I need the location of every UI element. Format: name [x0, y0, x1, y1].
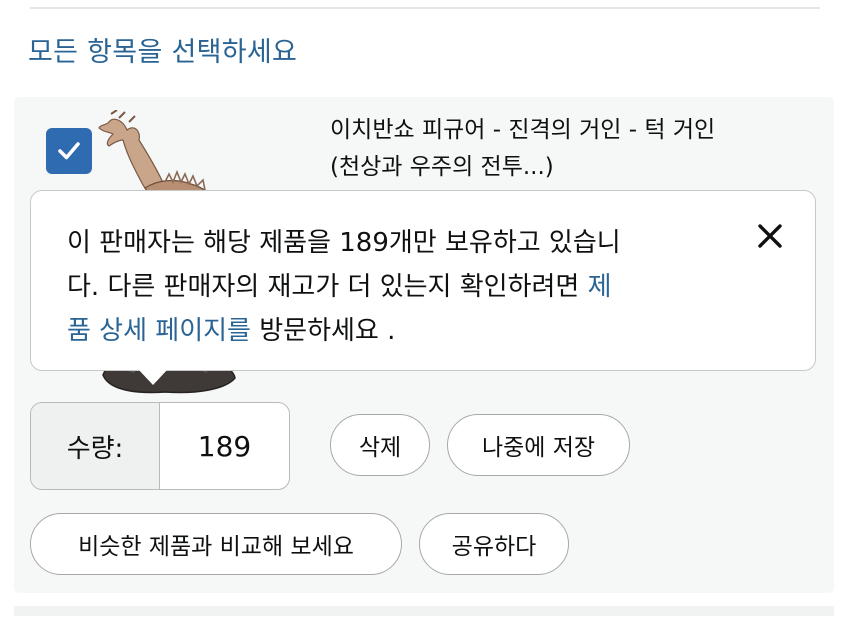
tooltip-arrow — [138, 369, 168, 385]
quantity-value[interactable]: 189 — [160, 403, 289, 489]
bottom-divider — [14, 606, 834, 616]
share-button[interactable]: 공유하다 — [419, 513, 569, 575]
compare-similar-button[interactable]: 비슷한 제품과 비교해 보세요 — [30, 513, 402, 575]
select-all-link[interactable]: 모든 항목을 선택하세요 — [28, 30, 297, 69]
close-icon — [758, 224, 782, 248]
product-title-line-1: 이치반쇼 피규어 - 진격의 거인 - 턱 거인 — [330, 117, 716, 143]
cart-page: 모든 항목을 선택하세요 이치반쇼 피규어 - 진격의 거인 - 턱 거인 (천… — [0, 0, 850, 618]
quantity-label: 수량: — [31, 403, 160, 489]
product-title-line-2: (천상과 우주의 전투...) — [330, 154, 554, 180]
tooltip-close-button[interactable] — [755, 221, 785, 251]
product-title-link[interactable]: 이치반쇼 피규어 - 진격의 거인 - 턱 거인 (천상과 우주의 전투...) — [330, 112, 810, 186]
product-detail-link-start[interactable]: 제 — [588, 272, 612, 302]
item-checkbox[interactable] — [46, 128, 92, 174]
stock-limit-tooltip: 이 판매자는 해당 제품을 189개만 보유하고 있습니 다. 다른 판매자의 … — [30, 190, 816, 371]
product-detail-link[interactable]: 품 상세 페이지를 — [67, 316, 251, 346]
checkmark-icon — [58, 142, 80, 160]
delete-button[interactable]: 삭제 — [330, 414, 430, 476]
tooltip-text-line-1: 이 판매자는 해당 제품을 189개만 보유하고 있습니 — [67, 228, 621, 258]
tooltip-message: 이 판매자는 해당 제품을 189개만 보유하고 있습니 다. 다른 판매자의 … — [67, 221, 717, 353]
tooltip-text-line-2: 다. 다른 판매자의 재고가 더 있는지 확인하려면 — [67, 272, 588, 302]
quantity-selector[interactable]: 수량: 189 — [30, 402, 290, 490]
top-divider — [30, 7, 820, 9]
tooltip-text-suffix: 방문하세요 . — [250, 316, 396, 346]
save-for-later-button[interactable]: 나중에 저장 — [447, 414, 630, 476]
